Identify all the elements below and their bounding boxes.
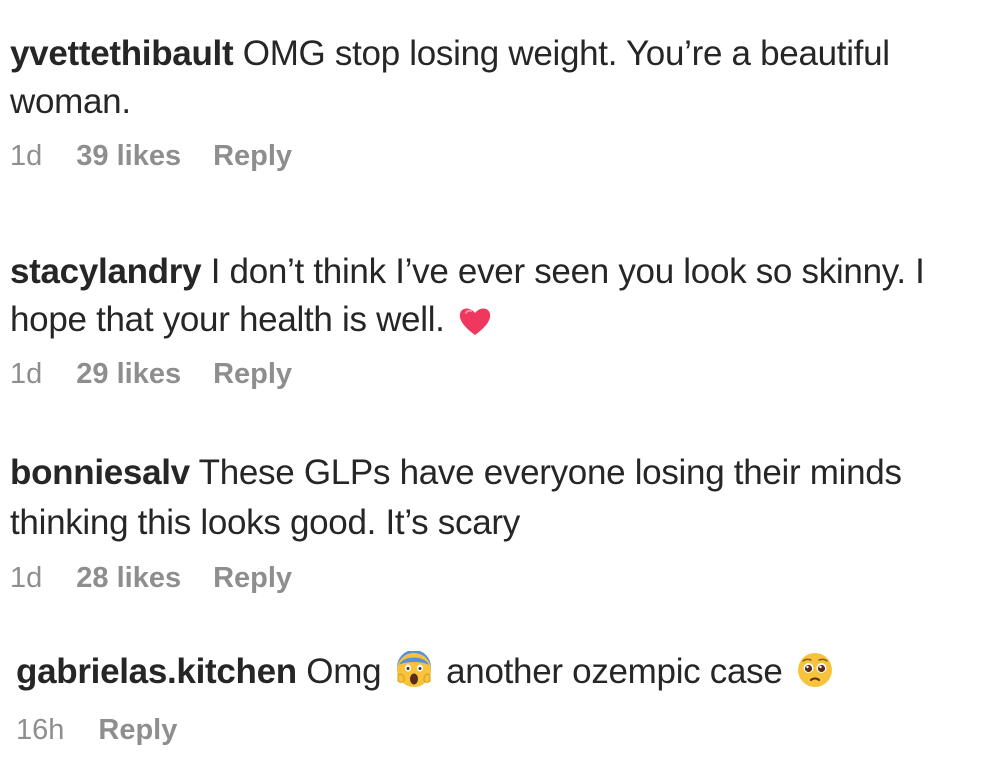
comment-time[interactable]: 16h: [16, 714, 64, 747]
screaming-face-icon: [395, 651, 433, 689]
reply-button[interactable]: Reply: [213, 358, 292, 391]
heart-icon: [458, 305, 492, 337]
comment-text: another ozempic case: [446, 652, 783, 691]
reply-button[interactable]: Reply: [98, 714, 177, 747]
comment-item: gabrielas.kitchen Omg another ozempic ca…: [16, 648, 976, 747]
comment-username[interactable]: gabrielas.kitchen: [16, 652, 297, 691]
comment-likes[interactable]: 29 likes: [76, 358, 181, 391]
comment-meta: 16h Reply: [16, 714, 976, 747]
comment-item: yvettethibault OMG stop losing weight. Y…: [10, 30, 970, 173]
comment-time[interactable]: 1d: [10, 140, 42, 173]
comment-body: yvettethibault OMG stop losing weight. Y…: [10, 30, 970, 126]
comment-item: bonniesalv These GLPs have everyone losi…: [10, 448, 970, 595]
reply-button[interactable]: Reply: [213, 562, 292, 595]
comment-body: stacylandry I don’t think I’ve ever seen…: [10, 248, 970, 344]
comment-item: stacylandry I don’t think I’ve ever seen…: [10, 248, 970, 391]
reply-button[interactable]: Reply: [213, 140, 292, 173]
comment-time[interactable]: 1d: [10, 562, 42, 595]
pleading-face-icon: [796, 651, 834, 689]
comment-username[interactable]: yvettethibault: [10, 34, 234, 73]
comment-text: Omg: [306, 652, 382, 691]
comment-meta: 1d 39 likes Reply: [10, 140, 970, 173]
comment-username[interactable]: stacylandry: [10, 252, 202, 291]
comment-username[interactable]: bonniesalv: [10, 453, 190, 492]
comment-likes[interactable]: 39 likes: [76, 140, 181, 173]
comment-likes[interactable]: 28 likes: [76, 562, 181, 595]
comment-body: gabrielas.kitchen Omg another ozempic ca…: [16, 648, 976, 696]
comment-meta: 1d 29 likes Reply: [10, 358, 970, 391]
comment-meta: 1d 28 likes Reply: [10, 562, 970, 595]
comment-body: bonniesalv These GLPs have everyone losi…: [10, 448, 970, 548]
comment-time[interactable]: 1d: [10, 358, 42, 391]
